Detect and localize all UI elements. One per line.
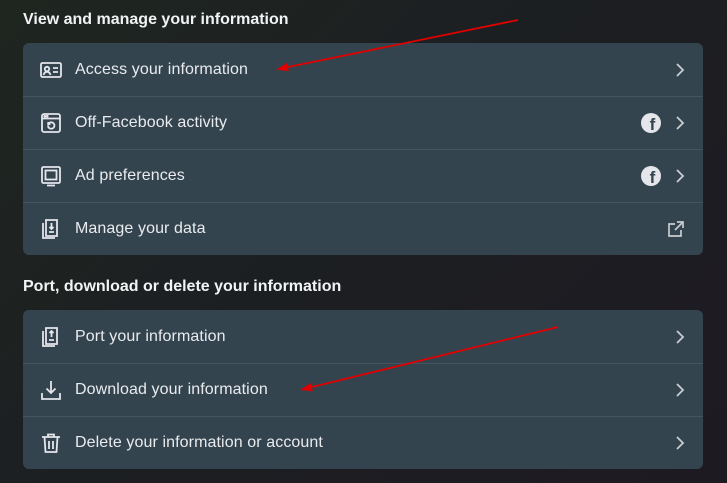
document-stack-icon: [39, 325, 63, 349]
monitor-icon: [39, 164, 63, 188]
view-manage-card: Access your information Off-Facebook act…: [23, 43, 703, 255]
external-link-icon: [667, 220, 685, 238]
chevron-right-icon: [675, 62, 685, 78]
chevron-right-icon: [675, 168, 685, 184]
port-your-information-item[interactable]: Port your information: [23, 310, 703, 363]
browser-history-icon: [39, 111, 63, 135]
facebook-icon: f: [641, 166, 661, 186]
delete-your-information-item[interactable]: Delete your information or account: [23, 416, 703, 469]
ad-preferences-item[interactable]: Ad preferences f: [23, 149, 703, 202]
delete-your-information-label: Delete your information or account: [75, 434, 323, 451]
section-title-view-manage: View and manage your information: [23, 11, 289, 28]
download-your-information-item[interactable]: Download your information: [23, 363, 703, 416]
ad-preferences-label: Ad preferences: [75, 167, 185, 184]
manage-your-data-label: Manage your data: [75, 220, 206, 237]
port-download-delete-card: Port your information Download your info…: [23, 310, 703, 469]
facebook-icon: f: [641, 113, 661, 133]
download-your-information-label: Download your information: [75, 381, 268, 398]
download-icon: [39, 378, 63, 402]
chevron-right-icon: [675, 329, 685, 345]
id-card-icon: [39, 58, 63, 82]
chevron-right-icon: [675, 382, 685, 398]
port-your-information-label: Port your information: [75, 327, 226, 345]
document-stack-icon: [39, 217, 63, 241]
access-your-information-label: Access your information: [75, 60, 249, 78]
access-your-information-item[interactable]: Access your information: [23, 43, 703, 96]
manage-your-data-item[interactable]: Manage your data: [23, 202, 703, 255]
chevron-right-icon: [675, 115, 685, 131]
off-facebook-activity-item[interactable]: Off-Facebook activity f: [23, 96, 703, 149]
off-facebook-activity-label: Off-Facebook activity: [75, 114, 228, 131]
section-title-port-download-delete: Port, download or delete your informatio…: [23, 278, 342, 295]
trash-icon: [39, 431, 63, 455]
chevron-right-icon: [675, 435, 685, 451]
